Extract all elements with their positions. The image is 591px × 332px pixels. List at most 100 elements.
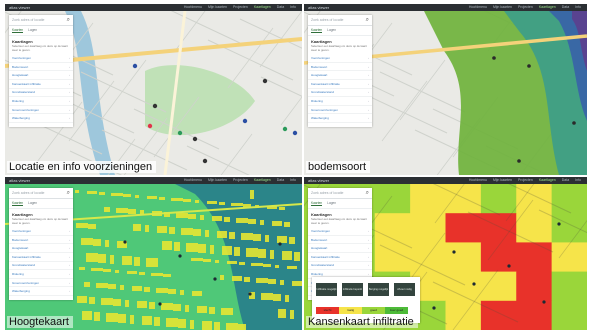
- layer-item-label: Waterberging: [12, 289, 30, 294]
- layer-item[interactable]: Grondwaterstand ›: [308, 262, 372, 271]
- layer-item[interactable]: Hoogtekaart ›: [308, 71, 372, 80]
- building-height: [265, 235, 269, 242]
- nav-item[interactable]: Info: [290, 4, 296, 11]
- search-box[interactable]: Zoek adres of locatie ⌕: [308, 188, 372, 199]
- layer-item[interactable]: Voorzieningen ›: [308, 54, 372, 63]
- layer-item-label: Riolering: [12, 98, 24, 103]
- legend-toggle-button[interactable]: Infiltratie beperkt: [342, 283, 363, 296]
- layer-item[interactable]: Bodemsoort ›: [9, 63, 73, 72]
- search-icon[interactable]: ⌕: [366, 16, 369, 24]
- legend-toggle-button[interactable]: Berging mogelijk: [368, 283, 389, 296]
- search-box[interactable]: Zoek adres of locatie ⌕: [308, 15, 372, 26]
- search-input[interactable]: Zoek adres of locatie: [12, 188, 45, 198]
- building-height: [273, 294, 281, 301]
- nav-item[interactable]: Mijn kaarten: [208, 4, 227, 11]
- building-height: [231, 203, 243, 206]
- building-height: [104, 207, 110, 212]
- nav-item[interactable]: Data: [277, 4, 284, 11]
- chevron-right-icon: ›: [69, 55, 70, 60]
- facility-marker: [572, 121, 576, 125]
- layer-item[interactable]: Groenvoorzieningen ›: [9, 106, 73, 115]
- legend-toggle-button[interactable]: Afvoer nodig: [394, 283, 415, 296]
- layer-item[interactable]: Grondwaterstand ›: [308, 89, 372, 98]
- tab-lagen[interactable]: Lagen: [327, 28, 336, 33]
- nav-item[interactable]: Projecten: [233, 177, 248, 184]
- layer-item[interactable]: Voorzieningen ›: [9, 227, 73, 236]
- nav-item[interactable]: Mijn kaarten: [208, 177, 227, 184]
- nav-item[interactable]: Info: [290, 177, 296, 184]
- nav-item[interactable]: Mijn kaarten: [493, 4, 512, 11]
- layer-item[interactable]: Groenvoorzieningen ›: [9, 279, 73, 288]
- facility-marker: [452, 250, 456, 254]
- nav-item[interactable]: Info: [575, 177, 581, 184]
- search-input[interactable]: Zoek adres of locatie: [311, 188, 344, 198]
- chevron-right-icon: ›: [368, 228, 369, 233]
- side-panel: Zoek adres of locatie ⌕ Kaarten Lagen Kaartl…: [9, 15, 73, 127]
- layer-item[interactable]: Kansenkaart infiltratie ›: [9, 80, 73, 89]
- tab-lagen[interactable]: Lagen: [28, 28, 37, 33]
- layer-item[interactable]: Riolering ›: [308, 97, 372, 106]
- layer-item-label: Waterberging: [12, 116, 30, 121]
- top-nav: Hoofdmenu Mijn kaarten Projecten Kaartlagen…: [184, 177, 296, 184]
- layer-item[interactable]: Grondwaterstand ›: [9, 89, 73, 98]
- nav-item[interactable]: Projecten: [518, 177, 533, 184]
- building-height: [149, 302, 155, 309]
- tab-kaarten[interactable]: Kaarten: [311, 28, 323, 33]
- search-input[interactable]: Zoek adres of locatie: [311, 15, 344, 25]
- layer-item[interactable]: Riolering ›: [9, 270, 73, 279]
- layer-item[interactable]: Groenvoorzieningen ›: [308, 106, 372, 115]
- layer-item[interactable]: Kansenkaart infiltratie ›: [308, 253, 372, 262]
- layer-item[interactable]: Kansenkaart infiltratie ›: [308, 80, 372, 89]
- tab-lagen[interactable]: Lagen: [327, 201, 336, 206]
- nav-item[interactable]: Hoofdmenu: [469, 4, 487, 11]
- tab-lagen[interactable]: Lagen: [28, 201, 37, 206]
- layer-item[interactable]: Hoogtekaart ›: [308, 244, 372, 253]
- nav-item[interactable]: Projecten: [518, 4, 533, 11]
- layer-item[interactable]: Voorzieningen ›: [9, 54, 73, 63]
- layer-item[interactable]: Riolering ›: [9, 97, 73, 106]
- building-height: [190, 320, 194, 329]
- search-box[interactable]: Zoek adres of locatie ⌕: [9, 188, 73, 199]
- layer-item[interactable]: Waterberging ›: [9, 287, 73, 296]
- tab-kaarten[interactable]: Kaarten: [311, 201, 323, 206]
- app-brand: atlas viewer: [308, 5, 330, 10]
- top-bar: atlas viewer Hoofdmenu Mijn kaarten Projec…: [5, 177, 302, 184]
- layer-item[interactable]: Kansenkaart infiltratie ›: [9, 253, 73, 262]
- grid-cell: [480, 213, 517, 243]
- tab-kaarten[interactable]: Kaarten: [12, 28, 24, 33]
- nav-item[interactable]: Hoofdmenu: [469, 177, 487, 184]
- tab-kaarten[interactable]: Kaarten: [12, 201, 24, 206]
- nav-item[interactable]: Data: [277, 177, 284, 184]
- building-height: [205, 230, 209, 237]
- search-icon[interactable]: ⌕: [67, 16, 70, 24]
- legend-toggle-button[interactable]: Infiltratie mogelijk: [316, 283, 337, 296]
- nav-item[interactable]: Kaartlagen: [539, 177, 556, 184]
- layer-item[interactable]: Waterberging ›: [308, 114, 372, 123]
- layer-item[interactable]: Bodemsoort ›: [308, 236, 372, 245]
- chevron-right-icon: ›: [69, 228, 70, 233]
- layer-item[interactable]: Hoogtekaart ›: [9, 71, 73, 80]
- nav-item[interactable]: Data: [562, 177, 569, 184]
- search-icon[interactable]: ⌕: [366, 189, 369, 197]
- layer-item[interactable]: Bodemsoort ›: [9, 236, 73, 245]
- grid-cell: [516, 213, 553, 243]
- nav-item[interactable]: Kaartlagen: [254, 4, 271, 11]
- layer-item[interactable]: Hoogtekaart ›: [9, 244, 73, 253]
- nav-item[interactable]: Hoofdmenu: [184, 177, 202, 184]
- layer-item[interactable]: Waterberging ›: [9, 114, 73, 123]
- nav-item[interactable]: Kaartlagen: [254, 177, 271, 184]
- nav-item[interactable]: Hoofdmenu: [184, 4, 202, 11]
- nav-item[interactable]: Data: [562, 4, 569, 11]
- nav-item[interactable]: Mijn kaarten: [493, 177, 512, 184]
- search-box[interactable]: Zoek adres of locatie ⌕: [9, 15, 73, 26]
- search-input[interactable]: Zoek adres of locatie: [12, 15, 45, 25]
- building-height: [193, 229, 201, 236]
- layer-item[interactable]: Grondwaterstand ›: [9, 262, 73, 271]
- search-icon[interactable]: ⌕: [67, 189, 70, 197]
- nav-item[interactable]: Kaartlagen: [539, 4, 556, 11]
- layer-item-label: Grondwaterstand: [311, 90, 335, 95]
- layer-item[interactable]: Voorzieningen ›: [308, 227, 372, 236]
- nav-item[interactable]: Projecten: [233, 4, 248, 11]
- nav-item[interactable]: Info: [575, 4, 581, 11]
- layer-item[interactable]: Bodemsoort ›: [308, 63, 372, 72]
